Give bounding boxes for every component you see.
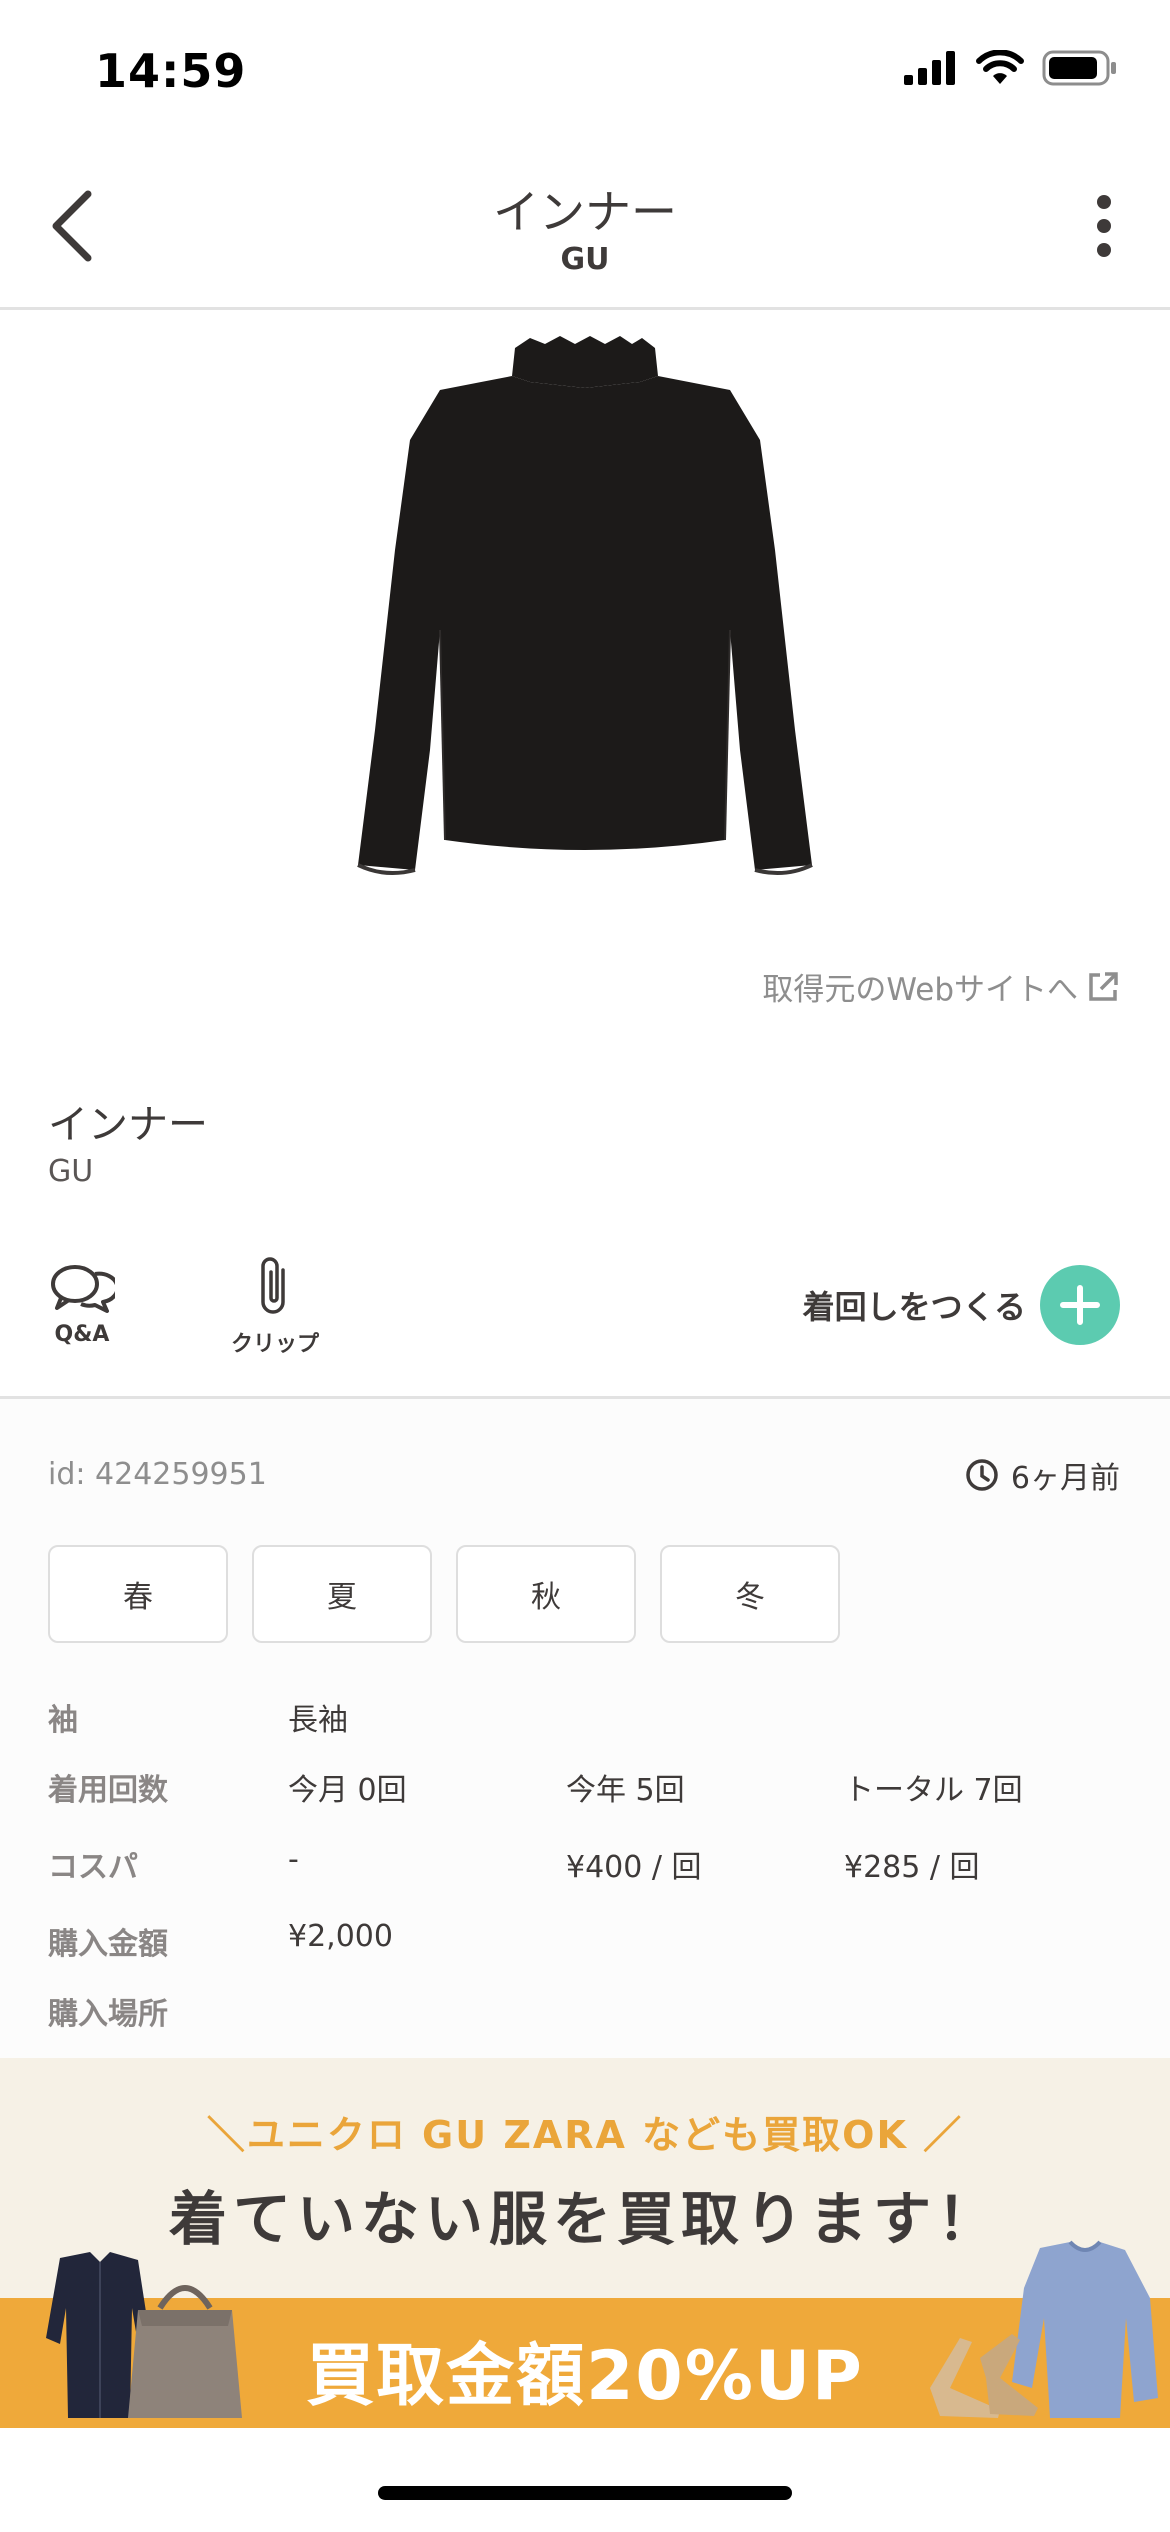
external-link-icon: [1089, 971, 1118, 1001]
create-outfit-button[interactable]: 着回しをつくる: [803, 1265, 1120, 1345]
wear-count-total: トータル 7回: [844, 1773, 1023, 1808]
clock-icon: [966, 1459, 998, 1491]
item-brand: GU: [48, 1154, 94, 1189]
season-chip-spring[interactable]: 春: [48, 1545, 228, 1643]
paperclip-icon: [261, 1257, 285, 1314]
clip-button[interactable]: クリップ: [220, 1252, 330, 1358]
status-icons: [904, 50, 1118, 86]
season-chip-summer[interactable]: 夏: [252, 1545, 432, 1643]
banner-lead: ＼ユニクロ GU ZARA なども買取OK ／: [206, 2113, 964, 2157]
navigation-bar: インナー GU: [0, 150, 1170, 310]
season-chip-winter[interactable]: 冬: [660, 1545, 840, 1643]
season-chip-autumn[interactable]: 秋: [456, 1545, 636, 1643]
product-image: [357, 336, 813, 876]
season-chips: 春 夏 秋 冬: [48, 1545, 840, 1643]
wifi-icon: [976, 50, 1024, 84]
item-id: id: 424259951: [48, 1457, 267, 1492]
cost-per-wear-year: ¥400 / 回: [566, 1850, 702, 1885]
plus-icon: [1040, 1265, 1120, 1345]
wear-count-year: 今年 5回: [566, 1773, 685, 1808]
clip-label: クリップ: [230, 1332, 319, 1357]
cardigan-and-bag-illustration: [46, 2252, 242, 2418]
nav-subtitle: GU: [560, 242, 610, 277]
cost-per-wear-month: -: [288, 1842, 299, 1877]
sleeve-label: 袖: [48, 1703, 78, 1738]
signal-icon: [904, 51, 955, 85]
store-label: 購入場所: [48, 1997, 168, 2032]
source-website-link[interactable]: 取得元のWebサイトへ: [762, 964, 1120, 1009]
qa-label: Q&A: [54, 1322, 110, 1347]
home-indicator: [378, 2486, 792, 2500]
cost-per-wear-total: ¥285 / 回: [844, 1850, 980, 1885]
battery-icon: [1042, 50, 1116, 86]
status-bar: 14:59: [0, 0, 1170, 150]
details-section: id: 424259951 6ヶ月前 春 夏 秋 冬 袖 長袖 着用回数 今月 …: [0, 1399, 1170, 2058]
status-time: 14:59: [95, 44, 247, 98]
nav-title: インナー: [493, 185, 677, 239]
heels-and-blouse-illustration: [930, 2240, 1158, 2418]
item-name: インナー: [48, 1102, 208, 1148]
time-ago: 6ヶ月前: [965, 1453, 1120, 1497]
source-website-label: 取得元のWebサイトへ: [762, 972, 1078, 1008]
wear-count-label: 着用回数: [48, 1773, 168, 1808]
more-options-button[interactable]: [1064, 186, 1144, 266]
create-outfit-label: 着回しをつくる: [802, 1288, 1026, 1326]
qa-button[interactable]: Q&A: [46, 1262, 118, 1347]
more-vertical-icon: [1097, 195, 1111, 257]
sleeve-value: 長袖: [288, 1703, 348, 1738]
price-label: 購入金額: [48, 1927, 168, 1962]
cost-per-wear-label: コスパ: [48, 1850, 138, 1885]
price-value: ¥2,000: [288, 1919, 393, 1954]
chat-bubbles-icon: [51, 1265, 115, 1313]
wear-count-month: 今月 0回: [288, 1773, 407, 1808]
buyback-banner[interactable]: ＼ユニクロ GU ZARA なども買取OK ／ 着ていない服を買取ります！ 買取…: [0, 2058, 1170, 2428]
time-ago-label: 6ヶ月前: [1010, 1461, 1120, 1496]
